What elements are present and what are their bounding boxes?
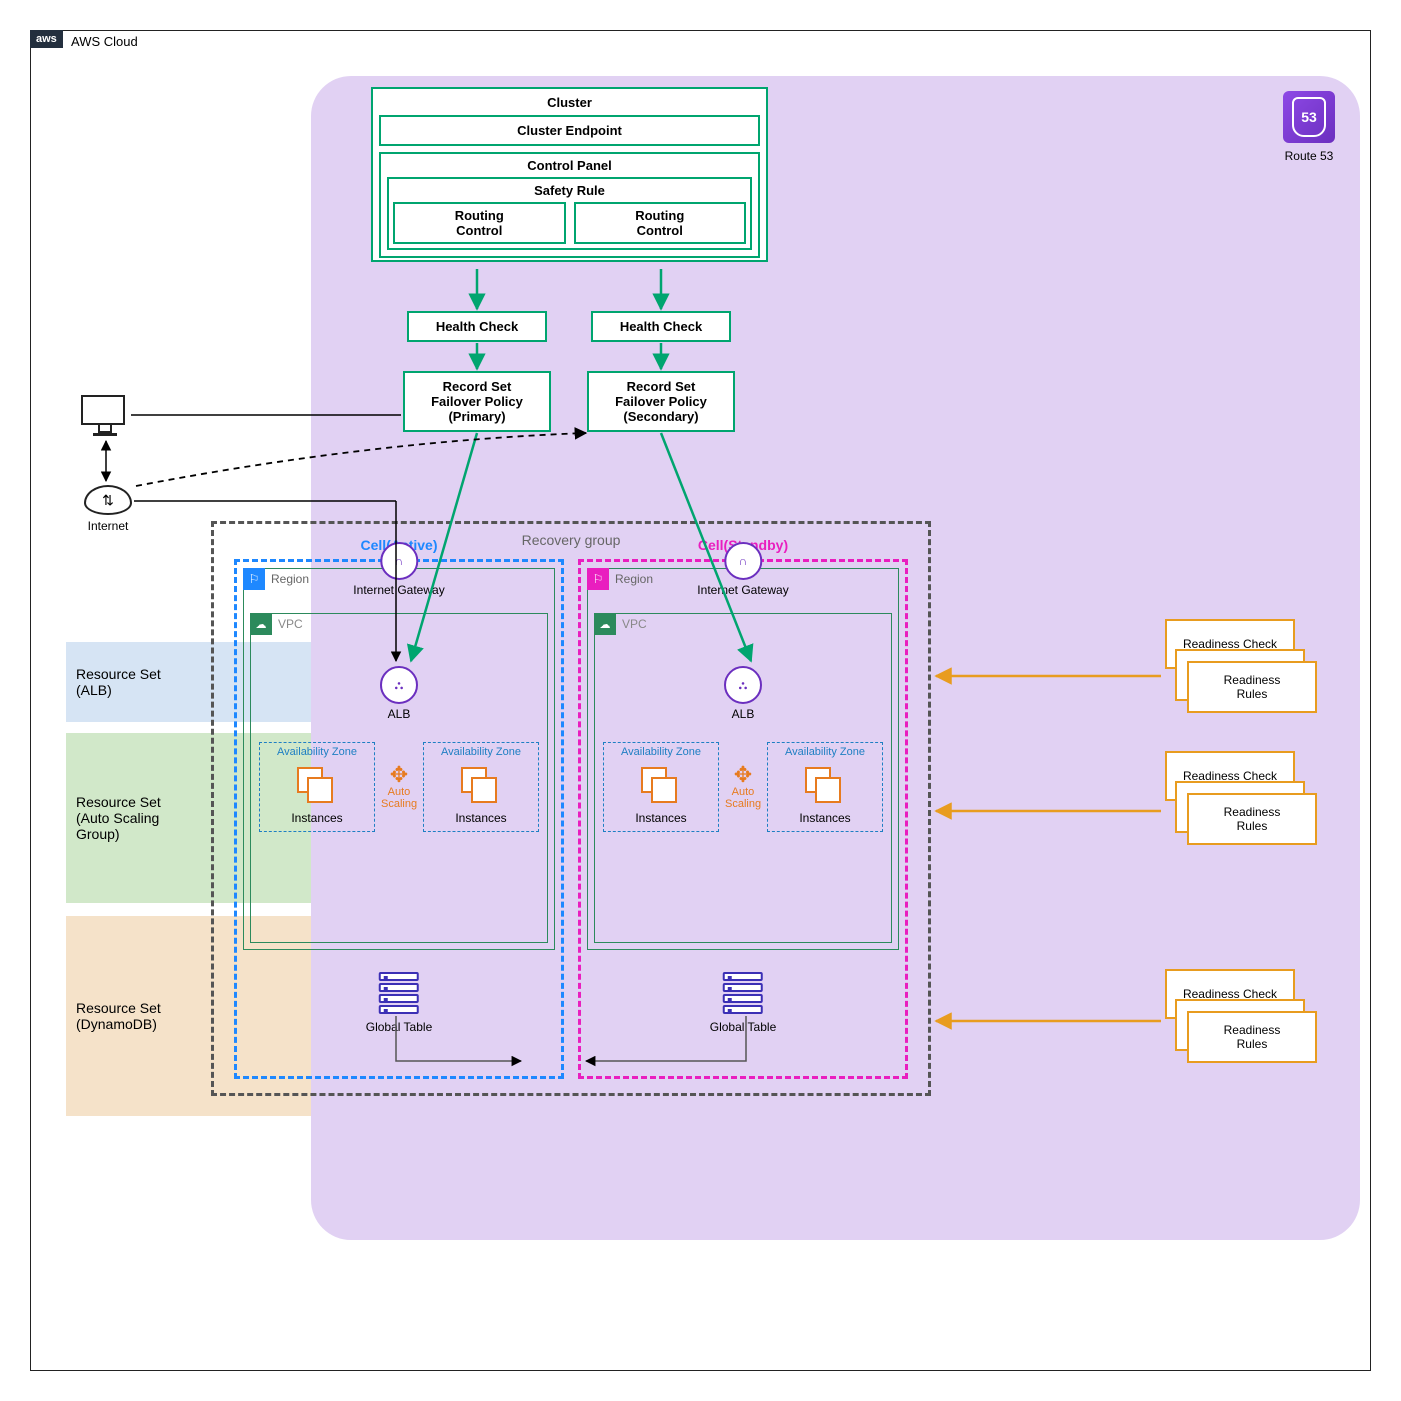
- cell-active: Cell(Active) ⚐ Region ∩ Internet Gateway…: [234, 559, 564, 1079]
- az-title: Availability Zone: [424, 746, 538, 758]
- instances-label: Instances: [428, 811, 534, 825]
- health-check-1: Health Check: [407, 311, 547, 342]
- igw-icon: ∩: [724, 542, 762, 580]
- aws-logo-badge: aws: [30, 30, 63, 48]
- ec2-instances-icon: [461, 767, 501, 807]
- auto-scaling-label: Auto Scaling: [381, 786, 417, 810]
- route53-label: Route 53: [1283, 149, 1335, 163]
- health-check-2: Health Check: [591, 311, 731, 342]
- ec2-instances-icon: [805, 767, 845, 807]
- vpc-cloud-icon: ☁: [594, 613, 616, 635]
- region-standby: ⚐ Region ∩ Internet Gateway ☁ VPC ⛬ ALB …: [587, 568, 899, 950]
- vpc-label: VPC: [278, 617, 303, 631]
- global-table-icon: [379, 972, 419, 1016]
- recovery-group-title: Recovery group: [522, 532, 621, 548]
- readiness-check-asg: Readiness Check Readiness Rules: [1165, 751, 1315, 851]
- safety-rule: Safety Rule Routing Control Routing Cont…: [387, 177, 752, 250]
- resource-set-ddb-label: Resource Set (DynamoDB): [76, 1000, 206, 1032]
- auto-scaling-icon: ✥: [381, 764, 417, 786]
- global-table-label: Global Table: [710, 1020, 777, 1034]
- region-flag-icon: ⚐: [587, 568, 609, 590]
- global-table-standby: Global Table: [710, 972, 777, 1034]
- vpc-active: ☁ VPC ⛬ ALB Availability Zone Instances: [250, 613, 548, 943]
- routing-control-2: Routing Control: [574, 202, 747, 244]
- az-title: Availability Zone: [604, 746, 718, 758]
- route53-icon: 53: [1283, 91, 1335, 143]
- aws-cloud-label: AWS Cloud: [71, 34, 138, 49]
- igw-label: Internet Gateway: [697, 583, 788, 597]
- routing-control-1: Routing Control: [393, 202, 566, 244]
- alb-icon: ⛬: [380, 666, 418, 704]
- cluster-endpoint: Cluster Endpoint: [379, 115, 760, 146]
- cell-standby: Cell(Standby) ⚐ Region ∩ Internet Gatewa…: [578, 559, 908, 1079]
- auto-scaling-icon: ✥: [725, 764, 761, 786]
- record-set-primary: Record Set Failover Policy (Primary): [403, 371, 551, 432]
- az-title: Availability Zone: [260, 746, 374, 758]
- route53-block: 53 Route 53: [1283, 91, 1335, 163]
- az-active-1: Availability Zone Instances: [259, 742, 375, 832]
- alb-label: ALB: [380, 707, 418, 721]
- az-title: Availability Zone: [768, 746, 882, 758]
- safety-rule-title: Safety Rule: [393, 183, 746, 198]
- instances-label: Instances: [772, 811, 878, 825]
- instances-label: Instances: [608, 811, 714, 825]
- record-set-secondary: Record Set Failover Policy (Secondary): [587, 371, 735, 432]
- readiness-rules-label: Readiness Rules: [1224, 805, 1281, 833]
- internet-label: Internet: [84, 519, 132, 533]
- readiness-rules-label: Readiness Rules: [1224, 1023, 1281, 1051]
- auto-scaling-label: Auto Scaling: [725, 786, 761, 810]
- igw-standby: ∩ Internet Gateway: [697, 542, 788, 597]
- control-panel-title: Control Panel: [387, 158, 752, 173]
- az-row-active: Availability Zone Instances ✥ Auto Scali…: [259, 742, 539, 832]
- az-standby-2: Availability Zone Instances: [767, 742, 883, 832]
- vpc-label: VPC: [622, 617, 647, 631]
- az-active-2: Availability Zone Instances: [423, 742, 539, 832]
- internet-icon: Internet: [84, 485, 132, 533]
- global-table-active: Global Table: [366, 972, 433, 1034]
- client-computer-icon: [81, 395, 129, 435]
- global-table-label: Global Table: [366, 1020, 433, 1034]
- cluster-box: Cluster Cluster Endpoint Control Panel S…: [371, 87, 768, 262]
- readiness-rules-label: Readiness Rules: [1224, 673, 1281, 701]
- recovery-group: Recovery group Cell(Active) ⚐ Region ∩ I…: [211, 521, 931, 1096]
- readiness-check-ddb: Readiness Check Readiness Rules: [1165, 969, 1315, 1069]
- igw-icon: ∩: [380, 542, 418, 580]
- region-label: Region: [615, 572, 653, 586]
- ec2-instances-icon: [641, 767, 681, 807]
- instances-label: Instances: [264, 811, 370, 825]
- az-standby-1: Availability Zone Instances: [603, 742, 719, 832]
- resource-set-alb-label: Resource Set (ALB): [76, 666, 206, 698]
- global-table-icon: [723, 972, 763, 1016]
- vpc-cloud-icon: ☁: [250, 613, 272, 635]
- control-panel: Control Panel Safety Rule Routing Contro…: [379, 152, 760, 258]
- region-label: Region: [271, 572, 309, 586]
- auto-scaling-standby: ✥ Auto Scaling: [725, 764, 761, 810]
- cluster-title: Cluster: [379, 95, 760, 110]
- alb-standby: ⛬ ALB: [724, 666, 762, 721]
- alb-icon: ⛬: [724, 666, 762, 704]
- vpc-standby: ☁ VPC ⛬ ALB Availability Zone Instances: [594, 613, 892, 943]
- igw-label: Internet Gateway: [353, 583, 444, 597]
- resource-set-asg-label: Resource Set (Auto Scaling Group): [76, 794, 206, 842]
- igw-active: ∩ Internet Gateway: [353, 542, 444, 597]
- az-row-standby: Availability Zone Instances ✥ Auto Scali…: [603, 742, 883, 832]
- region-active: ⚐ Region ∩ Internet Gateway ☁ VPC ⛬ ALB …: [243, 568, 555, 950]
- region-flag-icon: ⚐: [243, 568, 265, 590]
- aws-cloud-frame: aws AWS Cloud Resource Set (ALB) Resourc…: [30, 30, 1371, 1371]
- readiness-check-alb: Readiness Check Readiness Rules: [1165, 619, 1315, 719]
- ec2-instances-icon: [297, 767, 337, 807]
- alb-label: ALB: [724, 707, 762, 721]
- alb-active: ⛬ ALB: [380, 666, 418, 721]
- auto-scaling-active: ✥ Auto Scaling: [381, 764, 417, 810]
